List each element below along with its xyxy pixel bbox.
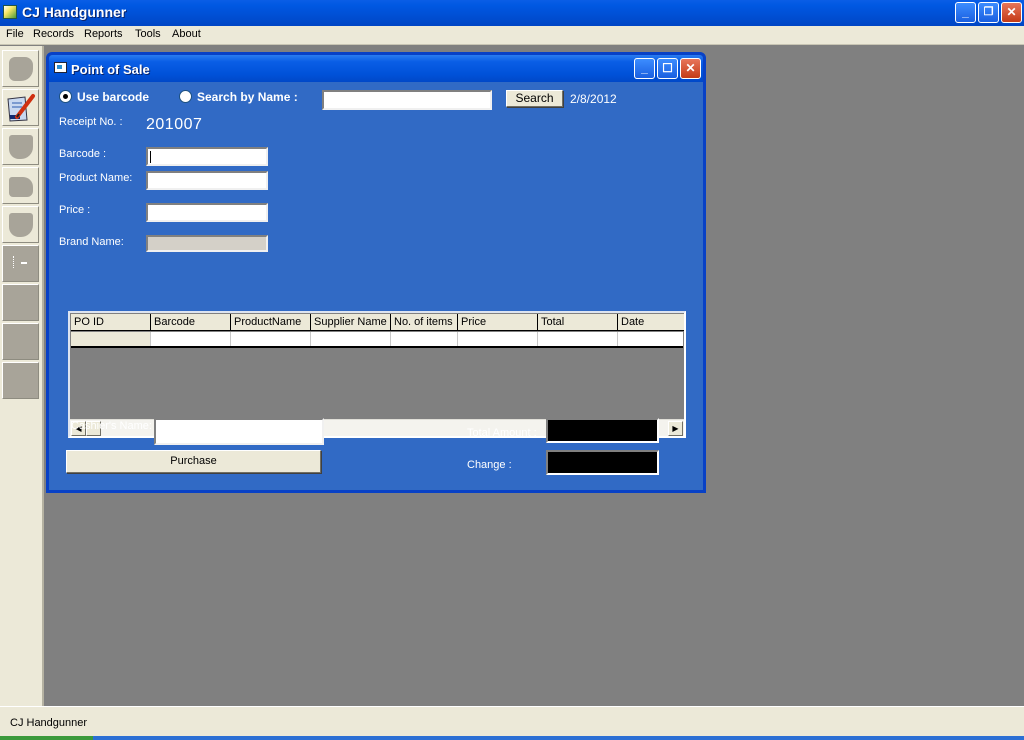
pos-window-icon <box>54 62 67 73</box>
status-bar: CJ Handgunner <box>0 706 1024 736</box>
table-row[interactable] <box>71 332 683 348</box>
receipt-label: Receipt No. : <box>59 116 123 128</box>
price-input[interactable] <box>146 203 268 222</box>
search-button[interactable]: Search <box>506 90 563 107</box>
menu-records[interactable]: Records <box>33 28 74 40</box>
pos-titlebar[interactable]: Point of Sale _ ☐ ✕ <box>49 55 703 82</box>
change-display <box>546 450 659 475</box>
taskbar-edge <box>0 736 1024 740</box>
shield-icon <box>9 213 33 237</box>
column-header-barcode[interactable]: Barcode <box>151 314 231 331</box>
cell-total[interactable] <box>538 332 618 346</box>
left-toolbar <box>0 46 44 706</box>
column-header-supplier-name[interactable]: Supplier Name <box>311 314 391 331</box>
current-date: 2/8/2012 <box>570 92 617 106</box>
scroll-right-button[interactable]: ▶ <box>668 421 683 436</box>
column-header-product-name[interactable]: ProductName <box>231 314 311 331</box>
tool-settings-button[interactable] <box>2 245 39 282</box>
cell-supplier-name[interactable] <box>311 332 391 346</box>
grid-header: PO ID Barcode ProductName Supplier Name … <box>71 314 684 331</box>
menu-reports[interactable]: Reports <box>84 28 123 40</box>
menu-file[interactable]: File <box>6 28 24 40</box>
tool-inventory-button[interactable] <box>2 128 39 165</box>
column-header-no-of-items[interactable]: No. of items <box>391 314 458 331</box>
tool-security-button[interactable] <box>2 206 39 243</box>
barcode-label: Barcode : <box>59 148 107 160</box>
cashier-name-label: Cashier's Name: <box>71 420 152 432</box>
cell-no-of-items[interactable] <box>391 332 458 346</box>
customers-icon <box>9 57 33 81</box>
tool-blank-button-2[interactable] <box>2 323 39 360</box>
tool-blank-button-3[interactable] <box>2 362 39 399</box>
point-of-sale-window: Point of Sale _ ☐ ✕ Use barcode Search b… <box>46 52 706 493</box>
app-icon <box>3 5 17 19</box>
truck-icon <box>9 177 33 197</box>
app-restore-button[interactable]: ❐ <box>978 2 999 23</box>
pos-window-title: Point of Sale <box>71 62 150 77</box>
menu-bar: File Records Reports Tools About <box>0 26 1024 45</box>
search-name-input[interactable] <box>322 90 492 110</box>
app-close-button[interactable]: ✕ <box>1001 2 1022 23</box>
status-text: CJ Handgunner <box>10 717 88 729</box>
settings-icon <box>13 256 15 268</box>
shield-icon <box>9 135 33 159</box>
point-of-sale-icon <box>7 94 35 122</box>
cell-price[interactable] <box>458 332 538 346</box>
pos-maximize-button[interactable]: ☐ <box>657 58 678 79</box>
tool-point-of-sale-button[interactable] <box>2 89 39 126</box>
column-header-price[interactable]: Price <box>458 314 538 331</box>
column-header-po-id[interactable]: PO ID <box>71 314 151 331</box>
brand-name-input <box>146 235 268 252</box>
cell-product-name[interactable] <box>231 332 311 346</box>
text-caret <box>150 151 151 163</box>
receipt-number: 201007 <box>146 116 203 133</box>
purchase-button[interactable]: Purchase <box>66 450 321 473</box>
app-title: CJ Handgunner <box>22 4 127 20</box>
pos-body: Use barcode Search by Name : Search 2/8/… <box>49 82 703 490</box>
use-barcode-radio[interactable] <box>59 90 72 103</box>
total-amount-label: Total Amount : <box>467 427 537 439</box>
brand-name-label: Brand Name: <box>59 236 124 248</box>
tool-customers-button[interactable] <box>2 50 39 87</box>
column-header-date[interactable]: Date <box>618 314 684 331</box>
cashier-name-input[interactable] <box>154 418 324 445</box>
change-label: Change : <box>467 459 512 471</box>
barcode-input[interactable] <box>146 147 268 166</box>
tool-blank-button-1[interactable] <box>2 284 39 321</box>
price-label: Price : <box>59 204 91 216</box>
search-by-name-radio[interactable] <box>179 90 192 103</box>
app-minimize-button[interactable]: _ <box>955 2 976 23</box>
product-name-label: Product Name: <box>59 172 133 184</box>
product-name-input[interactable] <box>146 171 268 190</box>
column-header-total[interactable]: Total <box>538 314 618 331</box>
use-barcode-label[interactable]: Use barcode <box>77 90 149 104</box>
pos-minimize-button[interactable]: _ <box>634 58 655 79</box>
cell-po-id[interactable] <box>71 332 151 346</box>
search-by-name-label[interactable]: Search by Name : <box>197 90 298 104</box>
total-amount-display <box>546 418 659 443</box>
cell-barcode[interactable] <box>151 332 231 346</box>
start-button-edge[interactable] <box>0 736 93 740</box>
tool-delivery-button[interactable] <box>2 167 39 204</box>
menu-about[interactable]: About <box>172 28 201 40</box>
pos-close-button[interactable]: ✕ <box>680 58 701 79</box>
settings-icon-mark <box>21 262 27 264</box>
app-titlebar: CJ Handgunner _ ❐ ✕ <box>0 0 1024 26</box>
cell-date[interactable] <box>618 332 683 346</box>
menu-tools[interactable]: Tools <box>135 28 161 40</box>
